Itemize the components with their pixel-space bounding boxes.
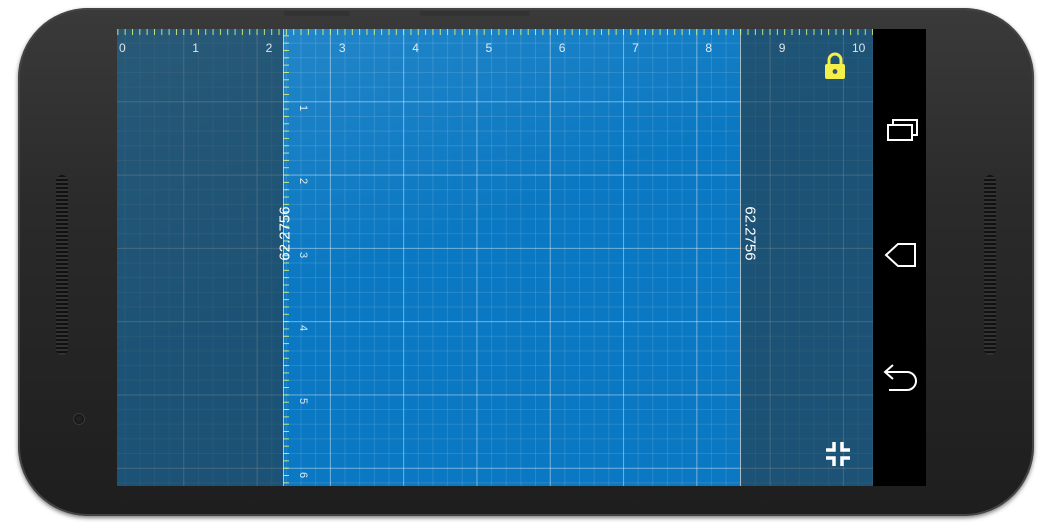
horizontal-ruler-label: 3 xyxy=(338,41,346,55)
right-shaded-region xyxy=(740,29,873,486)
recents-icon xyxy=(887,119,918,141)
collapse-button[interactable] xyxy=(823,439,853,469)
lock-button[interactable] xyxy=(822,51,848,81)
horizontal-ruler-label: 6 xyxy=(558,41,566,55)
home-button[interactable] xyxy=(881,235,921,275)
horizontal-ruler-label: 7 xyxy=(632,41,639,55)
left-measurement-value: 62.2756 xyxy=(276,206,294,261)
vertical-ruler-label: 5 xyxy=(297,398,309,405)
left-speaker-grille xyxy=(56,175,68,355)
vertical-ruler-label: 2 xyxy=(297,178,309,185)
horizontal-ruler xyxy=(117,29,873,41)
ruler-screen[interactable]: 0 1 2 3 4 5 6 7 8 9 10 1 2 3 4 5 6 62.2756 62.2756 xyxy=(117,29,873,486)
right-speaker-grille xyxy=(984,175,996,355)
navigation-bar xyxy=(873,29,926,486)
front-camera xyxy=(74,414,84,424)
horizontal-ruler-label: 5 xyxy=(485,41,493,55)
right-measurement-value: 62.2756 xyxy=(741,206,759,261)
horizontal-ruler-label: 4 xyxy=(412,41,419,55)
vertical-ruler-label: 4 xyxy=(297,324,309,332)
back-icon xyxy=(883,364,917,391)
left-shaded-region xyxy=(117,29,283,486)
volume-button xyxy=(420,11,530,16)
horizontal-ruler-label: 10 xyxy=(852,41,866,55)
horizontal-ruler-label: 1 xyxy=(192,41,199,55)
home-icon xyxy=(884,243,916,267)
vertical-ruler-label: 6 xyxy=(297,471,309,478)
horizontal-ruler-label: 2 xyxy=(265,41,273,55)
back-button[interactable] xyxy=(881,361,921,401)
horizontal-ruler-label: 9 xyxy=(778,41,786,55)
vertical-ruler-label: 1 xyxy=(297,105,309,112)
power-button xyxy=(284,11,350,16)
horizontal-ruler-label: 8 xyxy=(705,41,713,55)
vertical-ruler-label: 3 xyxy=(297,251,309,258)
lock-icon xyxy=(825,52,845,79)
collapse-icon xyxy=(826,442,850,466)
horizontal-ruler-label: 0 xyxy=(119,41,126,55)
recents-button[interactable] xyxy=(881,110,921,150)
